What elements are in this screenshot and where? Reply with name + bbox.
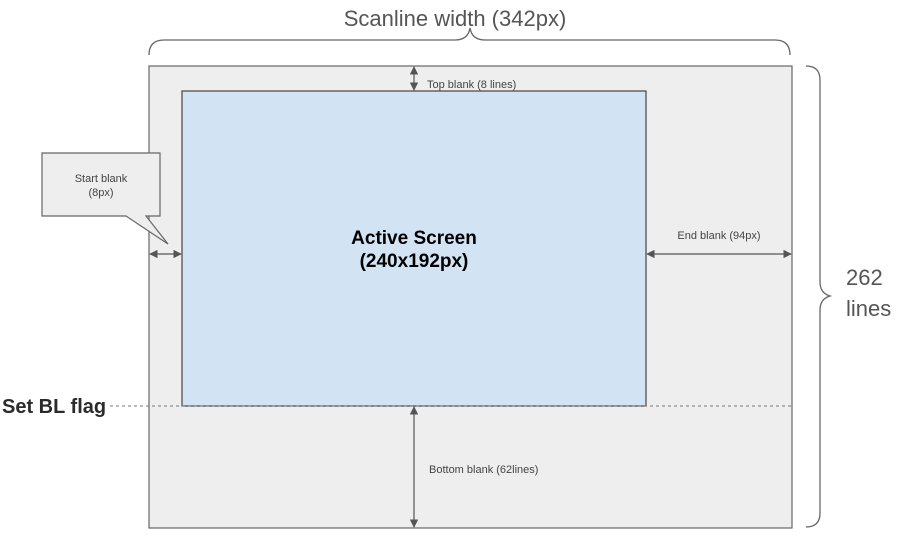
scanline-diagram: Scanline width (342px) Active Screen (24… [2, 6, 891, 529]
top-blank-label: Top blank (8 lines) [427, 79, 516, 91]
active-screen-size: (240x192px) [360, 251, 469, 272]
bottom-blank-label: Bottom blank (62lines) [429, 464, 538, 476]
lines-unit: lines [846, 296, 891, 321]
lines-brace [805, 65, 833, 528]
start-blank-label: Start blank [75, 173, 128, 185]
end-blank-label: End blank (94px) [677, 230, 760, 242]
active-screen-title: Active Screen [351, 228, 477, 249]
scanline-width-brace [148, 27, 791, 56]
lines-count: 262 [846, 265, 883, 290]
start-blank-size: (8px) [88, 187, 113, 199]
scanline-width-label: Scanline width (342px) [344, 6, 567, 31]
set-bl-flag-label: Set BL flag [2, 396, 106, 418]
